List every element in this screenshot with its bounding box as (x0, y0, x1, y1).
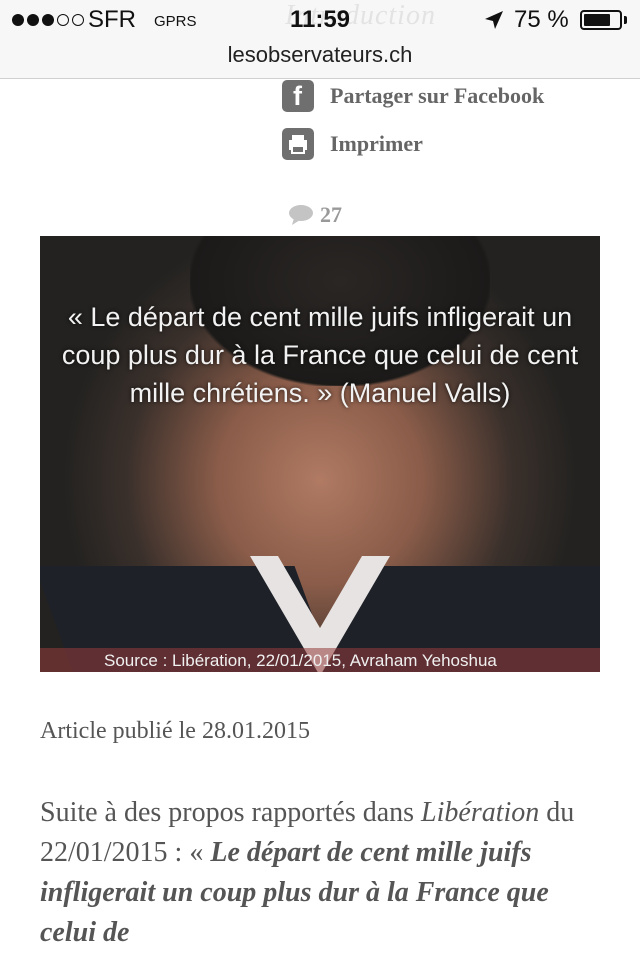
battery-icon (580, 10, 622, 30)
facebook-icon: f (282, 80, 314, 112)
printer-icon (282, 128, 314, 160)
article-body: Suite à des propos rapportés dans Libéra… (40, 793, 600, 953)
print-label: Imprimer (330, 131, 423, 156)
share-facebook-label: Partager sur Facebook (330, 83, 545, 108)
share-facebook-link[interactable]: f Partager sur Facebook (282, 80, 544, 112)
publication-date: Article publié le 28.01.2015 (40, 718, 310, 744)
comments-link[interactable]: 27 (288, 202, 342, 228)
article-image: « Le départ de cent mille juifs infliger… (40, 236, 600, 672)
speech-bubble-icon (289, 205, 313, 225)
image-source: Source : Libération, 22/01/2015, Avraham… (104, 651, 497, 670)
battery-percent: 75 % (514, 6, 569, 33)
image-quote: « Le départ de cent mille juifs infliger… (61, 302, 579, 408)
location-arrow-icon (485, 11, 503, 29)
battery-tip (624, 16, 627, 24)
status-bar: SFR GPRS Introduction 11:59 75 % (0, 0, 640, 40)
print-link[interactable]: Imprimer (282, 128, 423, 160)
battery-level (584, 14, 610, 26)
article-source-name: Libération (421, 797, 540, 828)
browser-header: SFR GPRS Introduction 11:59 75 % lesobse… (0, 0, 640, 79)
comments-count: 27 (320, 202, 342, 227)
address-bar[interactable]: lesobservateurs.ch (0, 42, 640, 68)
article-intro: Suite à des propos rapportés dans (40, 797, 422, 828)
